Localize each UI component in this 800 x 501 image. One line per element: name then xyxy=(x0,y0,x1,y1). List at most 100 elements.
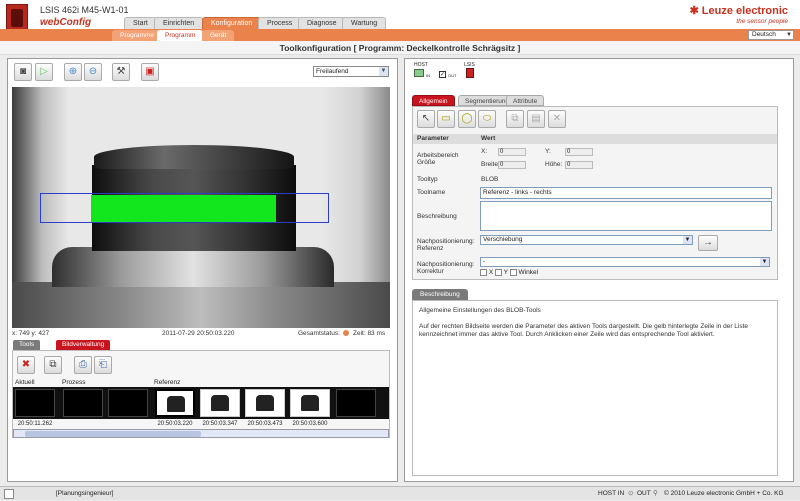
in-indicator-icon: ⊙ xyxy=(628,490,634,497)
diagram-host-label: HOST xyxy=(414,62,428,68)
thumbnail[interactable] xyxy=(336,389,376,417)
tab-wartung[interactable]: Wartung xyxy=(342,17,387,29)
play-icon: ▷ xyxy=(40,66,48,77)
rectangle-tool-button[interactable]: ▭ xyxy=(437,110,455,128)
tab-beschreibung[interactable]: Beschreibung xyxy=(412,289,468,300)
checkbox-x[interactable] xyxy=(480,269,487,276)
copy-shape-button[interactable]: ⧉ xyxy=(506,110,524,128)
zoom-out-button[interactable]: ⊖ xyxy=(84,63,102,81)
bottle-shoulder xyxy=(12,282,390,328)
nachpos-referenz-label: Nachpositionierung: Referenz xyxy=(417,238,475,252)
diagram-in-label: IN xyxy=(426,73,430,78)
close-icon: ✕ xyxy=(552,113,562,124)
image-button[interactable]: ▣ xyxy=(141,63,159,81)
toolname-input[interactable]: Referenz - links - rechts xyxy=(480,187,772,199)
zoom-in-icon: ⊕ xyxy=(68,66,78,77)
film-label-prozess: Prozess xyxy=(62,379,86,386)
subtab-geraet[interactable]: Gerät xyxy=(202,30,235,41)
nachpos-referenz-value: Verschiebung xyxy=(483,236,523,243)
tab-attribute[interactable]: Attribute xyxy=(506,95,545,106)
copy-button[interactable]: ⧉ xyxy=(44,356,62,374)
thumbnail[interactable] xyxy=(63,389,103,417)
tab-tools[interactable]: Tools xyxy=(13,340,41,350)
ellipse-icon: ◯ xyxy=(461,113,473,124)
tab-start[interactable]: Start xyxy=(124,17,157,29)
camera-button[interactable]: ◙ xyxy=(14,63,32,81)
column-parameter: Parameter xyxy=(417,135,449,142)
ellipse-tool-button[interactable]: ◯ xyxy=(458,110,476,128)
thumbnail[interactable] xyxy=(290,389,330,417)
thumbnail-selected[interactable] xyxy=(155,389,195,417)
beschreibung-textarea[interactable] xyxy=(480,201,772,231)
bottle-neck xyxy=(52,247,334,287)
chevron-down-icon: ▼ xyxy=(760,258,769,266)
brand-logo: ✱ Leuze electronic xyxy=(690,4,788,17)
language-select[interactable]: Deutsch ▼ xyxy=(748,30,794,40)
delete-button[interactable]: ✖ xyxy=(17,356,35,374)
breite-input[interactable]: 0 xyxy=(498,161,526,169)
y-input[interactable]: 0 xyxy=(565,148,593,156)
nachpos-referenz-select[interactable]: Verschiebung ▼ xyxy=(480,235,693,245)
polygon-tool-button[interactable]: ⬭ xyxy=(478,110,496,128)
footer: [Planungsingenieur] HOST IN ⊙ OUT ⚲ © 20… xyxy=(0,486,800,500)
toolname-label: Toolname xyxy=(417,189,446,196)
nachpos-apply-button[interactable]: → xyxy=(698,235,718,251)
play-button[interactable]: ▷ xyxy=(35,63,53,81)
checkbox-winkel[interactable] xyxy=(509,269,517,276)
camera-icon: ◙ xyxy=(19,66,27,77)
cycle-time: Zeit: 83 ms xyxy=(353,330,386,337)
tab-process[interactable]: Process xyxy=(258,17,302,29)
scrollbar-thumb[interactable] xyxy=(25,431,201,437)
tab-allgemein[interactable]: Allgemein xyxy=(412,95,455,106)
select-button[interactable]: ↖ xyxy=(417,110,435,128)
x-input[interactable]: 0 xyxy=(498,148,526,156)
gesamtstatus-label: Gesamtstatus: xyxy=(298,330,340,337)
host-icon xyxy=(414,69,424,77)
paste-shape-button[interactable]: ▤ xyxy=(527,110,545,128)
tab-einrichten[interactable]: Einrichten xyxy=(154,17,204,29)
copy-icon: ⧉ xyxy=(511,113,519,124)
arrow-right-icon: → xyxy=(703,237,713,248)
app-name: webConfig xyxy=(40,17,92,28)
out-checkbox[interactable]: ✓ xyxy=(439,71,446,78)
nachpos-korrektur-label: Nachpositionierung: Korrektur xyxy=(417,261,475,275)
wrench-icon: ⚒ xyxy=(116,66,126,77)
filmstrip-scrollbar[interactable] xyxy=(13,429,389,438)
tab-diagnose[interactable]: Diagnose xyxy=(298,17,346,29)
thumbnail[interactable] xyxy=(15,389,55,417)
save-to-pc-button[interactable]: ⎙ xyxy=(74,356,92,374)
sensor-icon xyxy=(466,68,474,78)
computer-icon: ⎙ xyxy=(79,359,87,370)
image-icon: ▣ xyxy=(145,66,155,77)
copyright: © 2010 Leuze electronic GmbH + Co. KG xyxy=(664,490,784,497)
host-in-status: HOST IN xyxy=(598,490,625,497)
trigger-mode-select[interactable]: Freilaufend ▼ xyxy=(313,66,389,77)
thumbnail[interactable] xyxy=(108,389,148,417)
parameter-header xyxy=(413,134,777,144)
thumbnail-timestamp: 20:50:03.347 xyxy=(202,421,238,427)
load-from-pc-button[interactable]: ⎗ xyxy=(94,356,112,374)
roi-rectangle[interactable] xyxy=(40,193,329,223)
tool-button[interactable]: ⚒ xyxy=(112,63,130,81)
breite-label: Breite: xyxy=(481,161,500,168)
tab-konfiguration[interactable]: Konfiguration xyxy=(202,17,262,29)
delete-shape-button[interactable]: ✕ xyxy=(548,110,566,128)
nachpos-korrektur-select[interactable]: - ▼ xyxy=(480,257,770,267)
brand-tagline: the sensor people xyxy=(736,18,788,25)
tab-bildverwaltung[interactable]: Bildverwaltung xyxy=(56,340,111,350)
checkbox-y[interactable] xyxy=(494,269,502,276)
zoom-in-button[interactable]: ⊕ xyxy=(64,63,82,81)
subtab-programm[interactable]: Programm xyxy=(157,30,204,41)
thumbnail[interactable] xyxy=(200,389,240,417)
hoehe-input[interactable]: 0 xyxy=(565,161,593,169)
cap-top xyxy=(94,145,294,169)
y-label: Y: xyxy=(545,148,551,155)
cursor-icon: ↖ xyxy=(421,113,431,124)
thumbnail[interactable] xyxy=(245,389,285,417)
camera-image[interactable] xyxy=(12,87,390,328)
image-status-bar: x: 749 y: 427 2011-07-29 20:50:03.220 Ge… xyxy=(12,329,390,339)
subtab-programme[interactable]: Programme xyxy=(112,30,162,41)
computer-icon: ⎗ xyxy=(99,359,107,370)
polygon-icon: ⬭ xyxy=(482,113,492,124)
brand-icon: ✱ xyxy=(689,5,699,17)
